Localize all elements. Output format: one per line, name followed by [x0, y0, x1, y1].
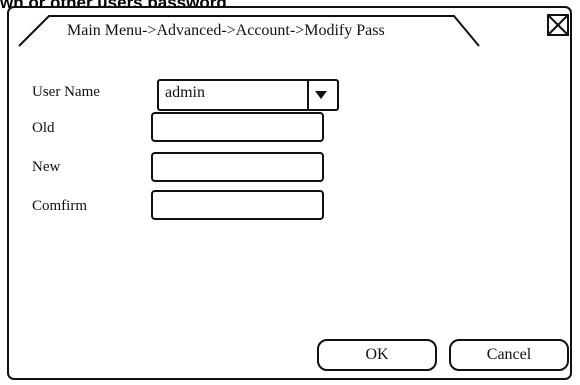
- old-password-field[interactable]: [151, 112, 324, 142]
- triangle-down-icon[interactable]: [315, 91, 327, 100]
- close-button[interactable]: [547, 14, 569, 36]
- user-name-select[interactable]: admin: [157, 79, 339, 111]
- cancel-button[interactable]: Cancel: [449, 339, 569, 371]
- close-icon: [547, 14, 569, 36]
- new-password-field[interactable]: [151, 152, 324, 182]
- confirm-password-label: Comfirm: [32, 198, 87, 214]
- modify-password-dialog: Main Menu->Advanced->Account->Modify Pas…: [7, 6, 572, 380]
- user-name-label: User Name: [32, 84, 100, 100]
- new-password-label: New: [32, 159, 61, 175]
- user-name-value: admin: [165, 84, 205, 101]
- old-password-label: Old: [32, 120, 55, 136]
- confirm-password-field[interactable]: [151, 190, 324, 220]
- select-divider: [307, 81, 309, 109]
- ok-button[interactable]: OK: [317, 339, 437, 371]
- dialog-title: Main Menu->Advanced->Account->Modify Pas…: [67, 22, 385, 39]
